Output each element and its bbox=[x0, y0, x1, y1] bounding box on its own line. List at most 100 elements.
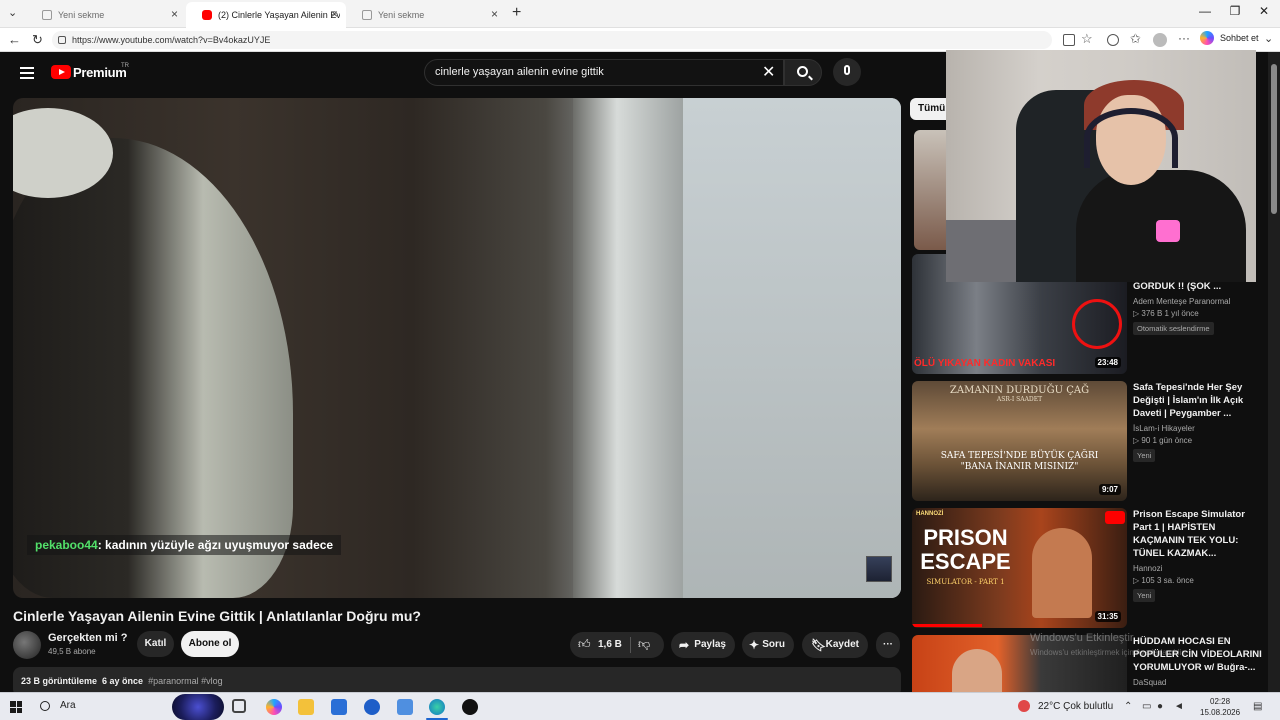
video-thumbnail[interactable]: ZAMANIN DURDUĞU ÇAĞ ASR-I SAADET SAFA TE… bbox=[912, 381, 1127, 501]
favorite-star-icon[interactable]: ☆ bbox=[1081, 31, 1093, 47]
close-icon[interactable]: × bbox=[171, 7, 178, 21]
volume-icon[interactable]: ◄ bbox=[1174, 701, 1184, 712]
video-channel[interactable]: Hannozi bbox=[1133, 564, 1263, 573]
profile-avatar[interactable] bbox=[1153, 33, 1167, 47]
windows-start-icon[interactable] bbox=[10, 701, 22, 713]
like-icon[interactable]: 👍︎ bbox=[578, 637, 591, 652]
search-input[interactable]: cinlerle yaşayan ailenin evine gittik bbox=[424, 59, 784, 86]
close-icon[interactable]: × bbox=[491, 7, 498, 21]
task-view-icon[interactable] bbox=[232, 699, 246, 713]
search-highlight-image[interactable] bbox=[172, 694, 224, 720]
video-frame-wall bbox=[683, 98, 901, 598]
chat-message: : kadının yüzüyle ağzı uyuşmuyor sadece bbox=[97, 538, 334, 552]
ask-label: Soru bbox=[762, 639, 785, 650]
video-info: GÖRDÜK !! (ŞOK ... Adem Menteşe Paranorm… bbox=[1133, 280, 1263, 336]
like-dislike-group: 👍︎ 1,6 B 👎︎ bbox=[570, 632, 664, 658]
windows-taskbar: Ara 22°C Çok bulutlu ⌃ ▭ ● ◄ 02:28 15.08… bbox=[0, 692, 1280, 720]
video-title[interactable]: Safa Tepesi'nde Her Şey Değişti | İslam'… bbox=[1133, 381, 1263, 420]
minimize-icon[interactable]: — bbox=[1195, 4, 1215, 18]
video-channel[interactable]: DaSquad bbox=[1133, 678, 1263, 687]
edge-icon[interactable] bbox=[429, 699, 445, 715]
save-button[interactable]: 🔖︎ Kaydet bbox=[802, 632, 868, 658]
voice-search-button[interactable] bbox=[833, 58, 861, 86]
channel-name[interactable]: Gerçekten mi ? bbox=[48, 632, 127, 644]
video-channel[interactable]: Adem Menteşe Paranormal bbox=[1133, 297, 1263, 306]
clear-search-icon[interactable]: ✕ bbox=[762, 62, 775, 82]
more-actions-icon[interactable]: ··· bbox=[876, 632, 900, 658]
microphone-icon[interactable]: ● bbox=[1157, 701, 1163, 712]
video-duration: 31:35 bbox=[1094, 611, 1121, 622]
video-player[interactable] bbox=[13, 98, 901, 598]
subscribe-button[interactable]: Abone ol bbox=[181, 631, 239, 657]
video-title: Cinlerle Yaşayan Ailenin Evine Gittik | … bbox=[13, 608, 421, 624]
close-icon[interactable]: × bbox=[331, 7, 338, 21]
search-button[interactable] bbox=[784, 59, 822, 86]
video-thumbnail[interactable]: HANNOZİ PRISON ESCAPE SIMULATOR - PART 1… bbox=[912, 508, 1127, 628]
tab-list-chevron-icon[interactable]: ⌄ bbox=[8, 6, 17, 19]
url-input[interactable]: https://www.youtube.com/watch?v=Bv4okazU… bbox=[52, 31, 1052, 49]
hashtags[interactable]: #paranormal #vlog bbox=[148, 676, 223, 686]
chevron-up-icon[interactable]: ⌃ bbox=[1124, 701, 1132, 712]
like-count[interactable]: 1,6 B bbox=[598, 632, 622, 658]
extensions-icon[interactable] bbox=[1107, 34, 1119, 46]
save-label: Kaydet bbox=[825, 639, 859, 650]
upload-age: 6 ay önce bbox=[102, 676, 144, 686]
reload-icon[interactable]: ↻ bbox=[32, 32, 43, 48]
dislike-icon[interactable]: 👎︎ bbox=[638, 637, 650, 652]
tab-new-2[interactable]: Yeni sekme × bbox=[346, 2, 506, 28]
tab-label: (2) Cinlerle Yaşayan Ailenin Evine G bbox=[218, 10, 340, 20]
file-explorer-icon[interactable] bbox=[298, 699, 314, 715]
new-tab-plus-icon[interactable]: + bbox=[512, 4, 521, 22]
favorites-bar-icon[interactable]: ✩ bbox=[1130, 31, 1141, 47]
taskbar-search[interactable]: Ara bbox=[40, 700, 76, 711]
page-scrollbar[interactable] bbox=[1268, 52, 1280, 692]
tab-page-icon bbox=[362, 10, 372, 20]
channel-avatar[interactable] bbox=[13, 631, 41, 659]
notification-icon[interactable]: ▤ bbox=[1253, 701, 1262, 712]
video-channel[interactable]: İsLam-i Hikayeler bbox=[1133, 424, 1263, 433]
window-close-icon[interactable]: ✕ bbox=[1254, 4, 1274, 18]
video-frame-hood bbox=[13, 108, 113, 198]
copilot-app-icon[interactable] bbox=[266, 699, 282, 715]
youtube-badge-icon bbox=[1105, 511, 1125, 524]
store-icon[interactable] bbox=[331, 699, 347, 715]
chevron-down-icon[interactable]: ⌄ bbox=[1264, 32, 1273, 45]
country-code: TR bbox=[121, 63, 129, 69]
video-meta: ▷ 105 3 sa. önce bbox=[1133, 576, 1194, 585]
weather-widget[interactable]: 22°C Çok bulutlu bbox=[1018, 700, 1113, 712]
scrollbar-thumb[interactable] bbox=[1271, 64, 1277, 214]
back-arrow-icon[interactable]: ← bbox=[8, 32, 21, 47]
site-info-icon[interactable] bbox=[58, 36, 66, 44]
join-button[interactable]: Katıl bbox=[137, 631, 174, 657]
url-text: https://www.youtube.com/watch?v=Bv4okazU… bbox=[72, 35, 271, 45]
thumbnail-heading: ZAMANIN DURDUĞU ÇAĞ bbox=[949, 385, 1090, 396]
thumbnail-subheading: SIMULATOR - PART 1 bbox=[926, 578, 1005, 586]
network-icon[interactable]: ▭ bbox=[1142, 701, 1151, 712]
tab-new-1[interactable]: Yeni sekme × bbox=[26, 2, 186, 28]
weather-icon bbox=[1018, 700, 1030, 712]
thumbnail-caption: SAFA TEPESİ'NDE BÜYÜK ÇAĞRI "BANA İNANIR… bbox=[940, 451, 1099, 472]
thumbnail-brand: HANNOZİ bbox=[916, 511, 944, 517]
youtube-logo-icon[interactable] bbox=[51, 65, 71, 79]
video-title[interactable]: Prison Escape Simulator Part 1 | HAPİSTE… bbox=[1133, 508, 1263, 560]
thumbnail-person bbox=[1032, 528, 1092, 618]
subscriber-count: 49,5 B abone bbox=[48, 647, 96, 656]
app-icon[interactable] bbox=[462, 699, 478, 715]
menu-hamburger-icon[interactable] bbox=[20, 67, 34, 79]
youtube-brand[interactable]: Premium bbox=[73, 65, 127, 80]
outlook-icon[interactable] bbox=[364, 699, 380, 715]
list-item[interactable]: ZAMANIN DURDUĞU ÇAĞ ASR-I SAADET SAFA TE… bbox=[912, 381, 1262, 501]
tab-youtube[interactable]: (2) Cinlerle Yaşayan Ailenin Evine G × bbox=[186, 2, 346, 28]
split-screen-icon[interactable] bbox=[1063, 34, 1075, 46]
copilot-button[interactable]: Sohbet et bbox=[1200, 31, 1259, 45]
share-button[interactable]: ➦ Paylaş bbox=[671, 632, 735, 658]
microphone-icon bbox=[844, 65, 850, 75]
app-icon[interactable] bbox=[397, 699, 413, 715]
list-item[interactable]: HANNOZİ PRISON ESCAPE SIMULATOR - PART 1… bbox=[912, 508, 1262, 628]
more-options-icon[interactable]: ··· bbox=[1178, 31, 1190, 45]
video-frame-door bbox=[573, 98, 683, 598]
ask-button[interactable]: ✦ Soru bbox=[742, 632, 794, 658]
channel-watermark[interactable] bbox=[866, 556, 892, 582]
maximize-icon[interactable]: ❐ bbox=[1225, 4, 1245, 18]
system-clock[interactable]: 02:28 15.08.2026 bbox=[1200, 696, 1240, 718]
